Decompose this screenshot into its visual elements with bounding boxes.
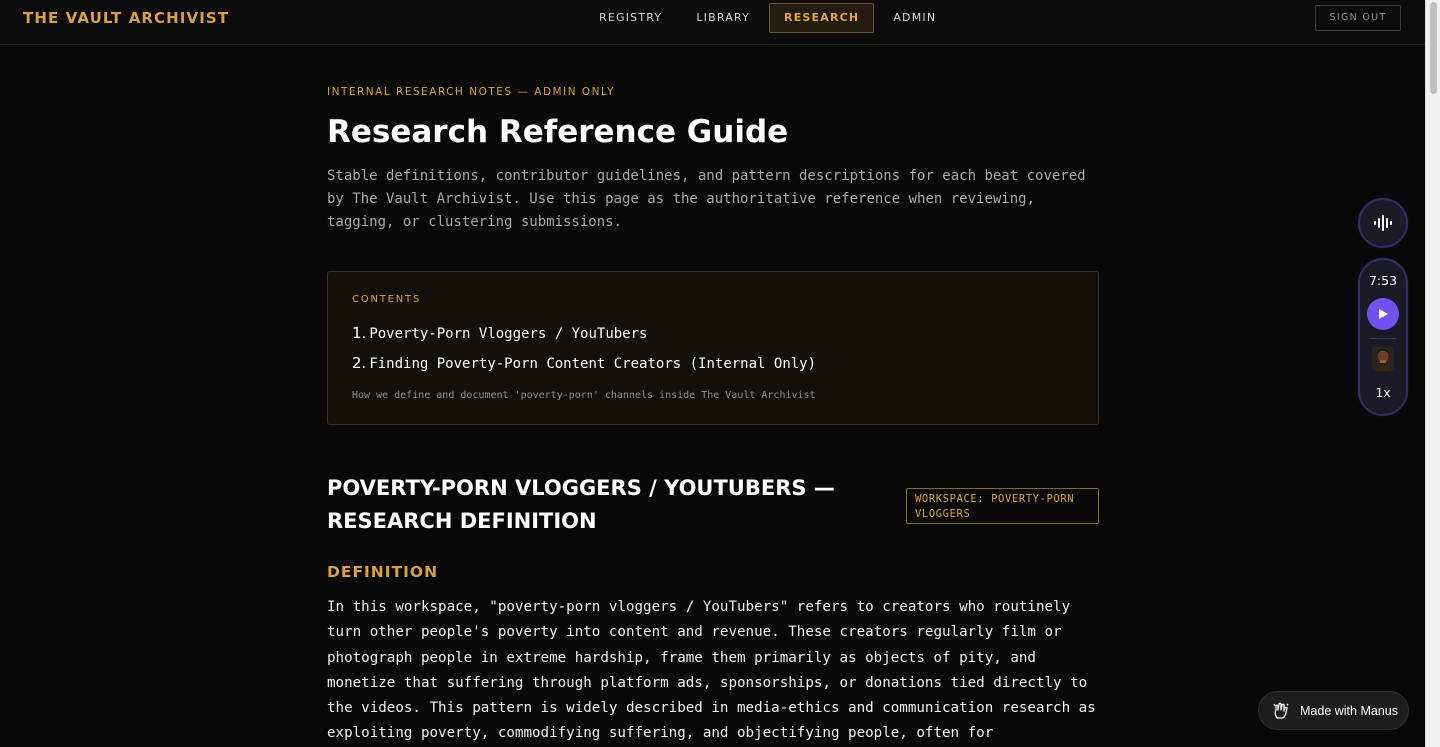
nav-admin[interactable]: ADMIN (878, 3, 951, 33)
play-button[interactable] (1367, 298, 1399, 330)
toc-number: 2. (352, 354, 367, 372)
player-divider (1370, 338, 1396, 339)
toc-link-finding-creators[interactable]: 2. Finding Poverty-Porn Content Creators … (352, 354, 816, 372)
audio-player-panel: 7:53 1x (1358, 258, 1408, 416)
main-nav: REGISTRY LIBRARY RESEARCH ADMIN (584, 3, 955, 33)
nav-registry[interactable]: REGISTRY (584, 3, 677, 33)
definition-heading: DEFINITION (327, 563, 439, 581)
definition-body: In this workspace, "poverty-porn vlogger… (327, 599, 1096, 742)
toc-number: 1. (352, 324, 367, 342)
play-icon (1379, 309, 1388, 319)
audio-widget-button[interactable] (1358, 198, 1408, 248)
made-with-label: Made with Manus (1300, 703, 1398, 718)
page-lead: Stable definitions, contributor guidelin… (327, 168, 1086, 230)
toc-label: CONTENTS (352, 294, 422, 305)
table-of-contents: CONTENTS 1. Poverty-Porn Vloggers / YouTu… (327, 271, 1099, 425)
toc-note: How we define and document 'poverty-porn… (352, 390, 816, 401)
section-title: POVERTY-PORN VLOGGERS / YOUTUBERS — RESE… (327, 476, 835, 533)
toc-link-label: Poverty-Porn Vloggers / YouTubers (369, 326, 648, 342)
page-scrollbar[interactable] (1425, 0, 1440, 747)
page-title: Research Reference Guide (327, 114, 789, 150)
top-nav-bar: THE VAULT ARCHIVIST REGISTRY LIBRARY RES… (0, 0, 1425, 45)
playback-speed-button[interactable]: 1x (1360, 385, 1406, 400)
audio-wave-icon (1374, 215, 1392, 231)
manus-hand-icon (1273, 702, 1289, 719)
scrollbar-thumb[interactable] (1430, 2, 1437, 94)
toc-link-label: Finding Poverty-Porn Content Creators (I… (369, 356, 817, 372)
avatar (1372, 347, 1394, 371)
nav-research[interactable]: RESEARCH (769, 3, 875, 33)
sign-out-button[interactable]: SIGN OUT (1315, 5, 1401, 31)
page-eyebrow: INTERNAL RESEARCH NOTES — ADMIN ONLY (327, 86, 615, 98)
made-with-manus-badge[interactable]: Made with Manus (1258, 691, 1409, 730)
toc-link-poverty-porn-vloggers[interactable]: 1. Poverty-Porn Vloggers / YouTubers (352, 324, 647, 342)
brand-logo[interactable]: THE VAULT ARCHIVIST (23, 9, 229, 27)
nav-library[interactable]: LIBRARY (681, 3, 765, 33)
player-time: 7:53 (1368, 273, 1398, 288)
workspace-badge: WORKSPACE: POVERTY-PORN VLOGGERS (906, 488, 1099, 524)
